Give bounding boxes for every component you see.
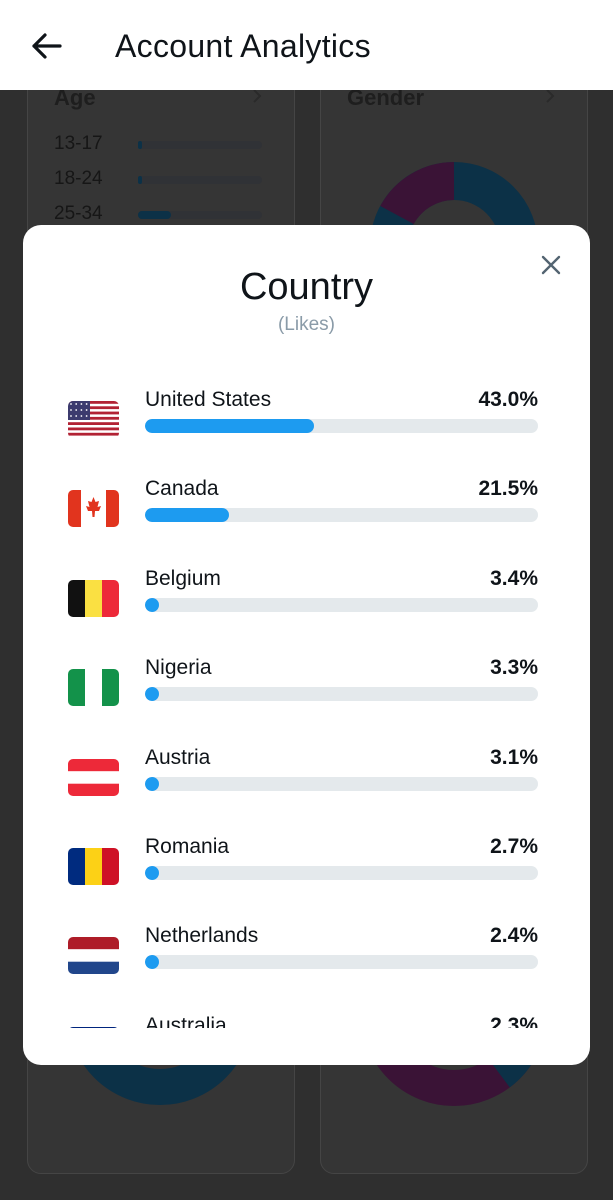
country-percentage: 2.4% xyxy=(490,924,538,948)
country-row[interactable]: Austria 3.1% xyxy=(23,733,590,823)
country-row[interactable]: Netherlands 2.4% xyxy=(23,911,590,1001)
country-bar-track xyxy=(145,687,538,702)
flag-ca-icon xyxy=(68,490,119,528)
flag-ro-icon xyxy=(68,848,119,885)
country-name: United States xyxy=(145,388,272,411)
country-percentage: 3.3% xyxy=(490,656,538,680)
country-row[interactable]: Australia 2.3% xyxy=(23,1001,590,1028)
age-row-bar-fill xyxy=(138,141,142,149)
back-button[interactable] xyxy=(26,28,66,64)
country-percentage: 2.7% xyxy=(490,835,538,858)
country-row[interactable]: United States 43.0% xyxy=(23,375,590,465)
age-row-label: 25-34 xyxy=(54,203,103,224)
modal-subtitle: (Likes) xyxy=(277,314,335,335)
country-bar-fill xyxy=(145,508,230,523)
country-bar-fill xyxy=(145,776,159,791)
country-name: Belgium xyxy=(145,566,221,590)
country-bar-fill xyxy=(145,597,159,612)
country-bar-track xyxy=(145,955,538,970)
age-row-bar xyxy=(138,141,262,149)
arrow-left-icon xyxy=(32,33,62,59)
country-bar-fill xyxy=(145,419,314,433)
page-title: Account Analytics xyxy=(115,28,371,64)
country-row[interactable]: Canada 21.5% xyxy=(23,464,590,554)
modal-title: Country xyxy=(239,266,374,308)
country-percentage: 43.0% xyxy=(478,388,538,411)
flag-au-icon xyxy=(68,1026,119,1028)
country-name: Nigeria xyxy=(145,656,212,680)
country-bar-track xyxy=(145,508,538,523)
country-modal: Country (Likes) United States 43.0% Canada… xyxy=(23,225,590,1065)
flag-at-icon xyxy=(68,758,119,796)
country-bar-track xyxy=(145,776,538,791)
age-row-label: 18-24 xyxy=(54,168,103,189)
country-bar-track xyxy=(145,419,538,433)
country-name: Austria xyxy=(145,745,211,769)
country-row[interactable]: Belgium 3.4% xyxy=(23,554,590,644)
country-name: Netherlands xyxy=(145,924,259,948)
country-name: Canada xyxy=(145,477,219,501)
country-percentage: 2.3% xyxy=(490,1013,538,1028)
flag-be-icon xyxy=(68,579,119,617)
chevron-right-icon xyxy=(253,89,262,103)
flag-ng-icon xyxy=(68,669,119,707)
country-bar-fill xyxy=(145,866,159,880)
country-bar-track xyxy=(145,597,538,612)
age-row-bar-fill xyxy=(138,211,172,219)
app-header: Account Analytics xyxy=(0,0,613,90)
country-name: Romania xyxy=(145,835,230,858)
country-bar-fill xyxy=(145,687,159,702)
flag-nl-icon xyxy=(68,937,119,975)
country-list[interactable]: United States 43.0% Canada 21.5% Belgium 3.4%… xyxy=(23,375,590,1028)
chevron-right-icon xyxy=(546,89,555,103)
country-name: Australia xyxy=(145,1013,227,1028)
country-percentage: 3.4% xyxy=(490,566,538,590)
age-row-bar xyxy=(138,176,262,184)
age-row-bar xyxy=(138,211,262,219)
age-row-bar-fill xyxy=(138,176,142,184)
country-bar-fill xyxy=(145,955,159,970)
country-percentage: 3.1% xyxy=(490,745,538,769)
country-percentage: 21.5% xyxy=(478,477,538,501)
country-row[interactable]: Nigeria 3.3% xyxy=(23,643,590,733)
flag-us-icon xyxy=(68,401,119,438)
country-bar-track xyxy=(145,866,538,880)
country-row[interactable]: Romania 2.7% xyxy=(23,822,590,912)
age-row-label: 13-17 xyxy=(54,133,103,154)
